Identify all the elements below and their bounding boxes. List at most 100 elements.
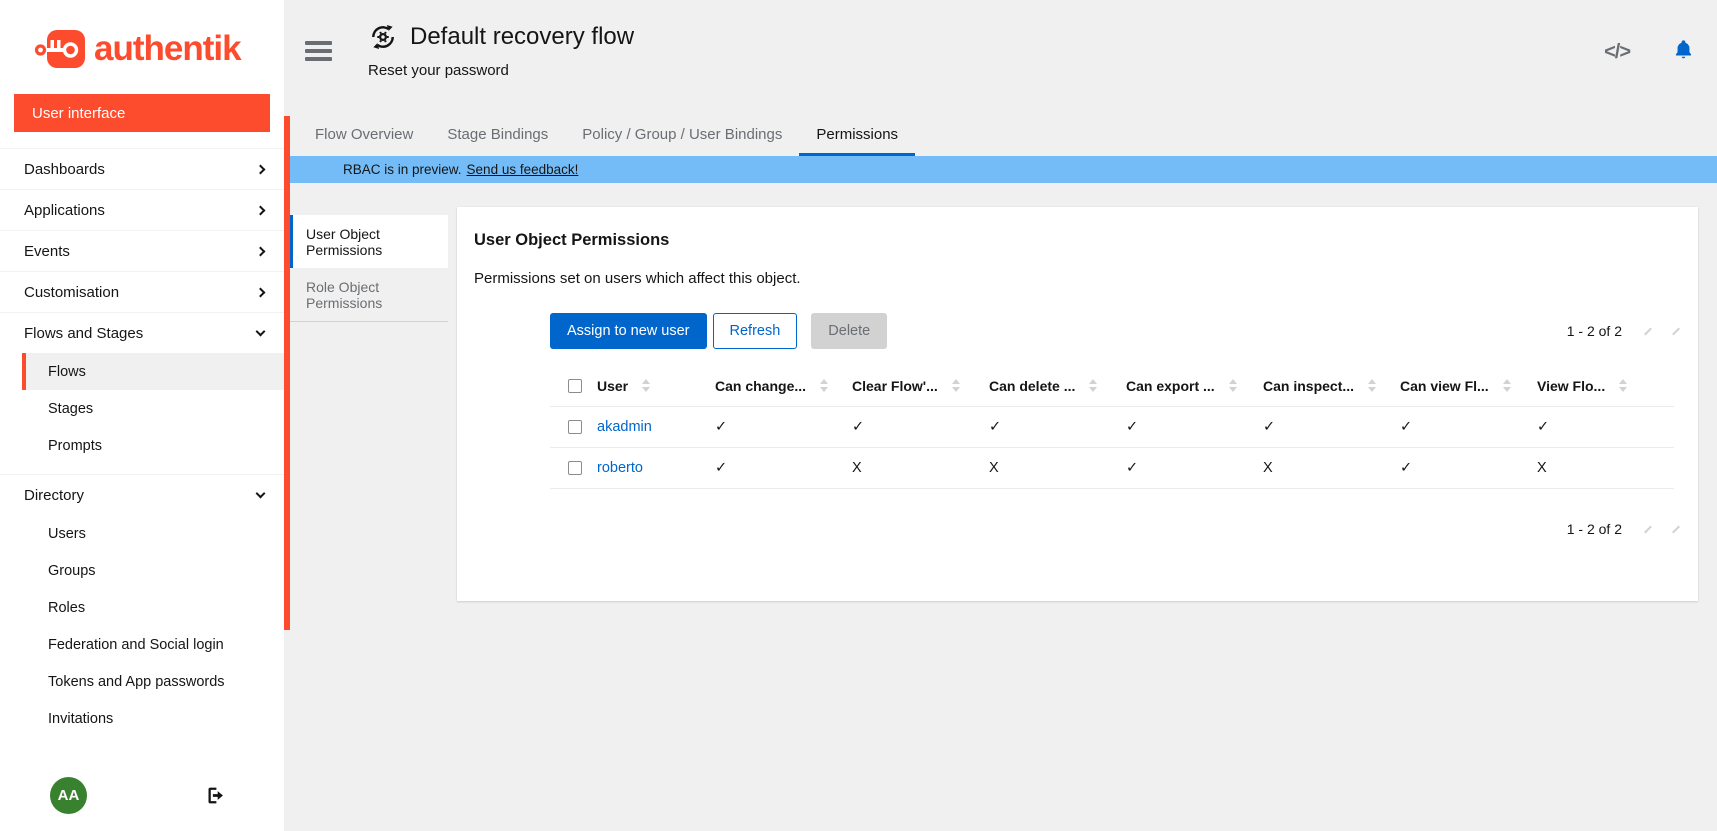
pagination-top: 1 - 2 of 2 (1567, 323, 1674, 339)
sidebar-nav: Dashboards Applications Events Customisa… (0, 148, 284, 747)
row-checkbox[interactable] (568, 461, 582, 475)
sidebar-item-stages[interactable]: Stages (22, 390, 284, 427)
sidebar-item-users[interactable]: Users (22, 515, 284, 552)
sidebar-item-events[interactable]: Events (0, 231, 284, 271)
pagination-label: 1 - 2 of 2 (1567, 521, 1622, 537)
chevron-right-icon (256, 287, 266, 297)
rbac-preview-banner: RBAC is in preview. Send us feedback! (290, 156, 1717, 183)
chevron-right-icon (256, 205, 266, 215)
tab-flow-overview[interactable]: Flow Overview (298, 116, 430, 156)
sidebar-item-customisation[interactable]: Customisation (0, 272, 284, 312)
permission-value: ✓ (715, 460, 852, 476)
permission-value: ✓ (852, 419, 989, 435)
pagination-next-button[interactable] (1648, 327, 1674, 336)
column-header: Can export ... (1126, 378, 1215, 394)
sidebar-accent-line (284, 116, 290, 630)
subtab-user-object-permissions[interactable]: User Object Permissions (290, 215, 448, 268)
pagination-prev-button[interactable] (1622, 327, 1648, 336)
column-header: Can delete ... (989, 378, 1075, 394)
table-header-row: User Can change... Clear Flow'... Can de… (550, 365, 1674, 407)
chevron-right-icon (1672, 327, 1680, 335)
sort-icon[interactable] (820, 379, 828, 392)
card-description: Permissions set on users which affect th… (474, 270, 1674, 287)
permission-value: ✓ (1400, 419, 1537, 435)
sort-icon[interactable] (1368, 379, 1376, 392)
tab-permissions[interactable]: Permissions (799, 116, 915, 156)
sidebar-item-label: Flows and Stages (24, 325, 143, 342)
sidebar-item-dashboards[interactable]: Dashboards (0, 149, 284, 189)
sidebar-item-label: Customisation (24, 284, 119, 301)
column-header: Can inspect... (1263, 378, 1354, 394)
assign-to-new-user-button[interactable]: Assign to new user (550, 313, 707, 349)
flow-icon (368, 22, 398, 52)
content-area: User Object Permissions Role Object Perm… (290, 183, 1717, 831)
chevron-down-icon (256, 327, 266, 337)
permissions-card: User Object Permissions Permissions set … (457, 207, 1698, 601)
pagination-next-button[interactable] (1648, 525, 1674, 534)
sidebar-item-user-interface[interactable]: User interface (14, 94, 270, 132)
tab-policy-group-user-bindings[interactable]: Policy / Group / User Bindings (565, 116, 799, 156)
hamburger-menu-icon[interactable] (305, 41, 332, 65)
tab-bar: Flow Overview Stage Bindings Policy / Gr… (290, 116, 1717, 156)
sidebar-user-row: AA (0, 777, 284, 817)
column-header: View Flo... (1537, 378, 1605, 394)
column-header: User (597, 378, 628, 394)
card-title: User Object Permissions (474, 231, 1674, 250)
permission-value: ✓ (989, 419, 1126, 435)
delete-button[interactable]: Delete (811, 313, 887, 349)
sidebar-item-directory[interactable]: Directory (0, 475, 284, 515)
brand-logo[interactable]: authentik (0, 0, 284, 72)
sort-icon[interactable] (1089, 379, 1097, 392)
sort-icon[interactable] (952, 379, 960, 392)
sidebar-item-roles[interactable]: Roles (22, 589, 284, 626)
subtab-role-object-permissions[interactable]: Role Object Permissions (290, 268, 448, 322)
api-code-icon[interactable]: </> (1604, 41, 1630, 64)
permission-value: X (1537, 460, 1674, 476)
brand-wordmark: authentik (94, 29, 241, 69)
pagination-bottom: 1 - 2 of 2 (1567, 521, 1674, 537)
permission-value: ✓ (1126, 419, 1263, 435)
permission-value: X (989, 460, 1126, 476)
sidebar-item-flows-and-stages[interactable]: Flows and Stages (0, 313, 284, 353)
sidebar-item-flows[interactable]: Flows (22, 353, 284, 390)
permission-value: ✓ (1126, 460, 1263, 476)
select-all-checkbox[interactable] (568, 379, 582, 393)
sidebar-item-federation-social-login[interactable]: Federation and Social login (22, 626, 284, 663)
permission-value: X (852, 460, 989, 476)
sidebar-item-applications[interactable]: Applications (0, 190, 284, 230)
sidebar-item-invitations[interactable]: Invitations (22, 700, 284, 737)
sort-icon[interactable] (1229, 379, 1237, 392)
permissions-table: User Can change... Clear Flow'... Can de… (550, 365, 1674, 489)
avatar[interactable]: AA (50, 777, 87, 814)
feedback-link[interactable]: Send us feedback! (467, 162, 579, 177)
sidebar-item-label: Events (24, 243, 70, 260)
user-link[interactable]: roberto (597, 460, 715, 476)
refresh-button[interactable]: Refresh (713, 313, 798, 349)
permission-value: ✓ (1537, 419, 1674, 435)
column-header: Clear Flow'... (852, 378, 938, 394)
table-row: roberto ✓ X X ✓ X ✓ X (550, 448, 1674, 489)
table-toolbar: Assign to new user Refresh Delete 1 - 2 … (550, 313, 1674, 349)
notifications-bell-icon[interactable] (1672, 38, 1695, 67)
pagination-prev-button[interactable] (1622, 525, 1648, 534)
sidebar-item-label: Applications (24, 202, 105, 219)
sidebar-item-tokens-app-passwords[interactable]: Tokens and App passwords (22, 663, 284, 700)
sort-icon[interactable] (642, 379, 650, 392)
chevron-right-icon (1672, 525, 1680, 533)
column-header: Can change... (715, 378, 806, 394)
permission-subtabs: User Object Permissions Role Object Perm… (290, 215, 448, 322)
permission-value: ✓ (1263, 419, 1400, 435)
page-header: Default recovery flow Reset your passwor… (290, 0, 1717, 116)
sidebar-item-prompts[interactable]: Prompts (22, 427, 284, 464)
tab-stage-bindings[interactable]: Stage Bindings (430, 116, 565, 156)
row-checkbox[interactable] (568, 420, 582, 434)
permission-value: X (1263, 460, 1400, 476)
column-header: Can view Fl... (1400, 378, 1489, 394)
sidebar-item-label: Directory (24, 487, 84, 504)
sidebar-item-groups[interactable]: Groups (22, 552, 284, 589)
sort-icon[interactable] (1619, 379, 1627, 392)
user-link[interactable]: akadmin (597, 419, 715, 435)
banner-text: RBAC is in preview. (343, 162, 462, 177)
sort-icon[interactable] (1503, 379, 1511, 392)
logout-icon[interactable] (205, 785, 226, 811)
